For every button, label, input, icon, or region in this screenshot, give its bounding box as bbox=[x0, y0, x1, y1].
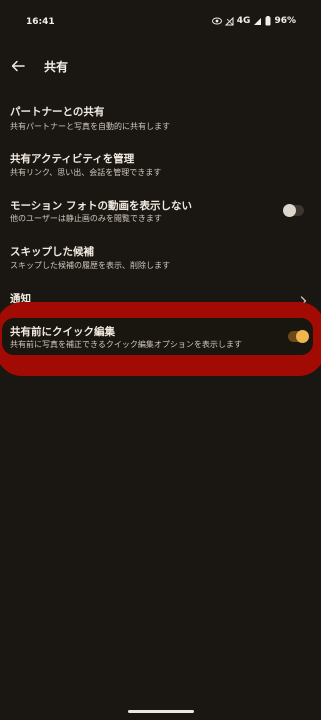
signal-off-icon bbox=[224, 16, 234, 26]
setting-title: モーション フォトの動画を表示しない bbox=[10, 200, 192, 212]
setting-partner-sharing[interactable]: パートナーとの共有 共有パートナーと写真を自動的に共有します bbox=[0, 98, 321, 136]
setting-title: パートナーとの共有 bbox=[10, 106, 105, 118]
setting-subtitle: 共有パートナーと写真を自動的に共有します bbox=[10, 122, 170, 131]
setting-title: 共有前にクイック編集 bbox=[10, 326, 115, 338]
battery-label: 96% bbox=[274, 16, 296, 26]
home-indicator[interactable] bbox=[128, 710, 194, 713]
quick-edit-toggle[interactable] bbox=[288, 330, 309, 343]
setting-hide-motion-video[interactable]: モーション フォトの動画を表示しない 他のユーザーは静止画のみを閲覧できます bbox=[0, 192, 321, 230]
eye-icon bbox=[211, 17, 222, 25]
setting-title: スキップした候補 bbox=[10, 246, 94, 258]
status-icons: 4G 96% bbox=[211, 16, 296, 26]
toggle-knob bbox=[283, 204, 296, 217]
setting-subtitle: 共有前に写真を補正できるクイック編集オプションを表示します bbox=[10, 340, 242, 349]
setting-subtitle: 共有リンク、思い出、会話を管理できます bbox=[10, 168, 162, 177]
motion-video-toggle[interactable] bbox=[283, 204, 304, 217]
toggle-knob bbox=[296, 330, 309, 343]
signal-icon bbox=[253, 17, 262, 26]
setting-manage-activity[interactable]: 共有アクティビティを管理 共有リンク、思い出、会話を管理できます bbox=[0, 145, 321, 183]
setting-title: 共有アクティビティを管理 bbox=[10, 153, 135, 165]
status-time: 16:41 bbox=[26, 17, 55, 27]
battery-icon bbox=[265, 16, 271, 26]
app-bar: 共有 bbox=[0, 52, 321, 80]
status-bar: 16:41 4G 96% bbox=[0, 0, 321, 44]
back-button[interactable] bbox=[8, 54, 28, 78]
setting-skipped-suggestions[interactable]: スキップした候補 スキップした候補の履歴を表示、削除します bbox=[0, 239, 321, 277]
page-title: 共有 bbox=[44, 60, 69, 74]
network-label: 4G bbox=[236, 16, 251, 26]
setting-quick-edit[interactable]: 共有前にクイック編集 共有前に写真を補正できるクイック編集オプションを表示します bbox=[0, 318, 321, 355]
setting-subtitle: 他のユーザーは静止画のみを閲覧できます bbox=[10, 214, 162, 223]
setting-subtitle: スキップした候補の履歴を表示、削除します bbox=[10, 261, 170, 270]
arrow-left-icon bbox=[11, 60, 25, 72]
